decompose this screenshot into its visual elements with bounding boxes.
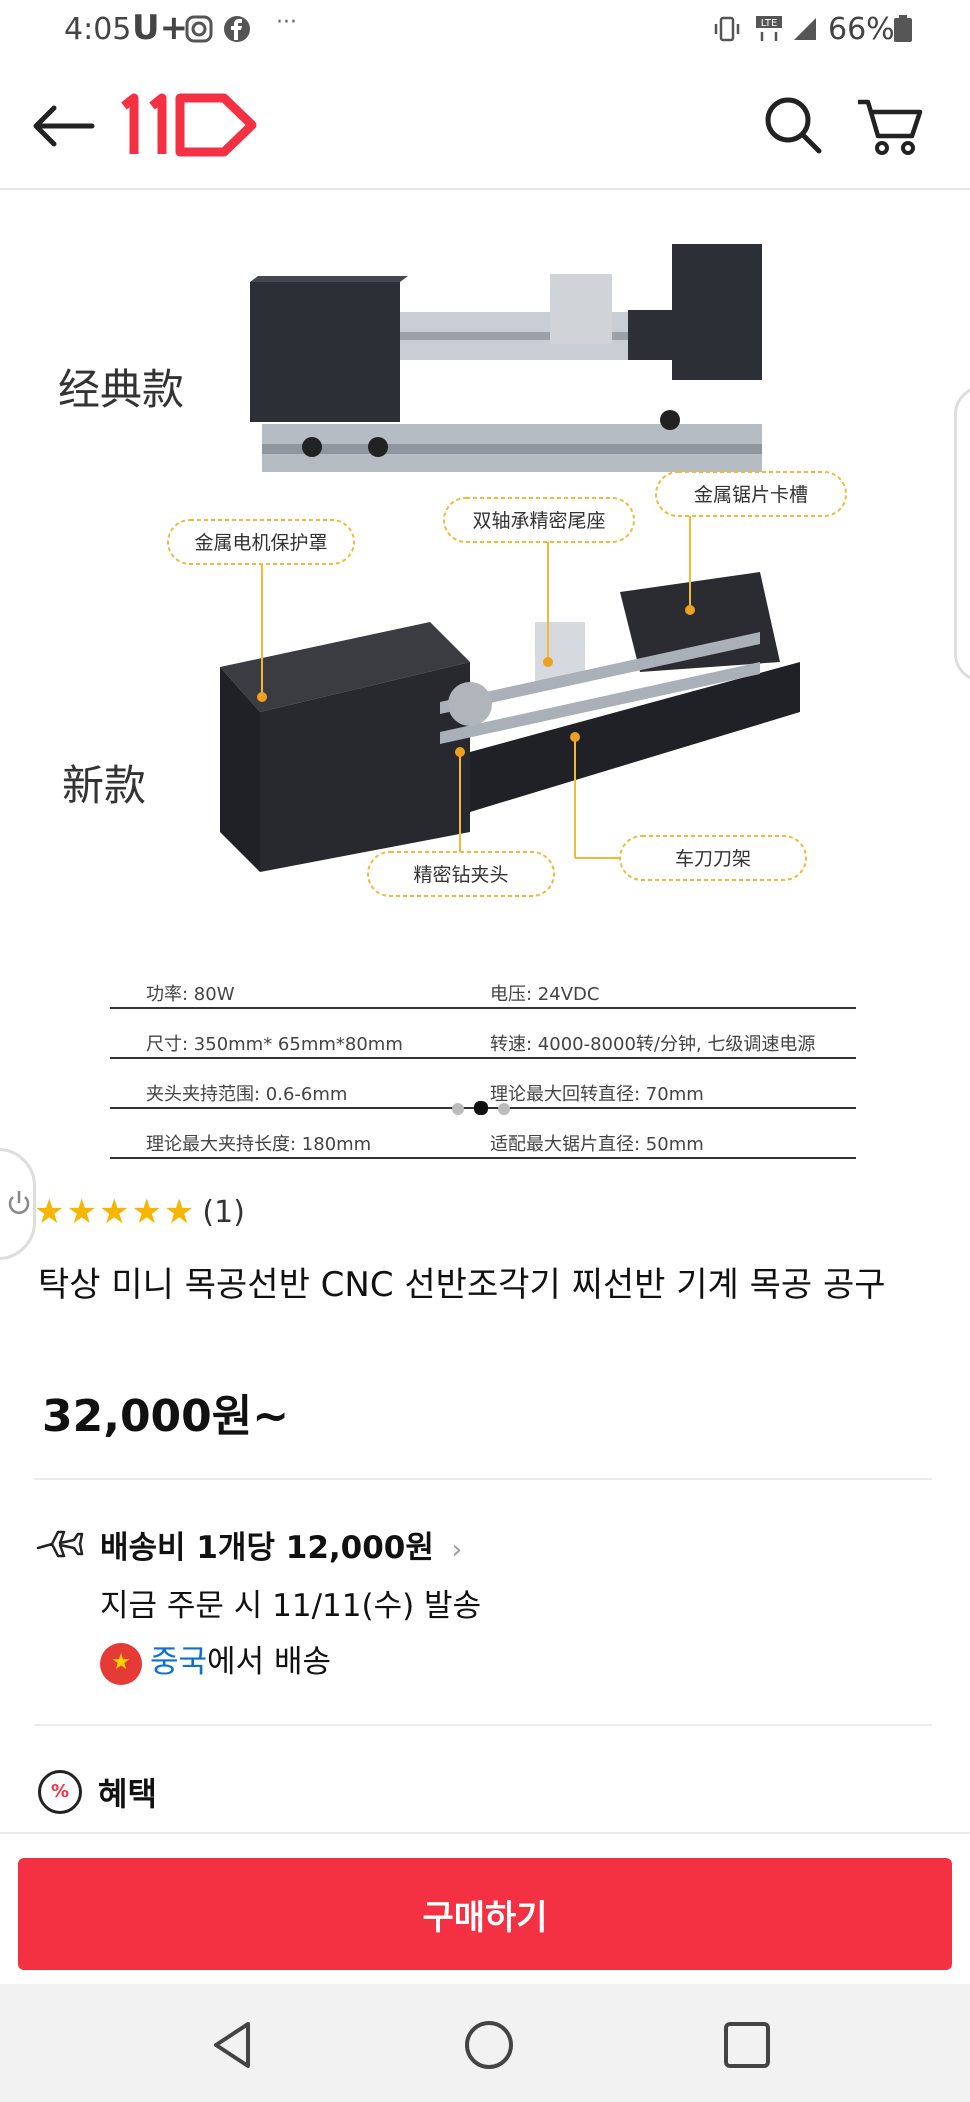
spec-turning-diameter: 理论最大回转直径: 70mm	[490, 1084, 704, 1105]
product-image-gallery[interactable]: 经典款 新款 金属电机保护罩 双轴承精密尾座 金属锯片卡槽 精密钻夹头 车刀刀架…	[0, 192, 970, 1162]
gallery-dot-active[interactable]	[474, 1101, 488, 1115]
buy-bar: 구매하기	[0, 1832, 970, 1984]
gallery-dot[interactable]	[452, 1103, 464, 1115]
origin-country-link[interactable]: 중국	[150, 1644, 207, 1680]
callout-motor-cover: 金属电机保护罩	[194, 532, 327, 554]
power-icon	[8, 1191, 30, 1214]
product-title: 탁상 미니 목공선반 CNC 선반조각기 찌선반 기계 목공 공구	[38, 1265, 886, 1305]
system-nav-bar	[0, 1984, 970, 2102]
origin-suffix: 에서 배송	[207, 1644, 331, 1680]
cart-icon[interactable]	[848, 84, 932, 168]
vibrate-icon	[714, 16, 740, 42]
spec-speed: 转速: 4000-8000转/分钟, 七级调速电源	[490, 1034, 815, 1055]
buy-button[interactable]: 구매하기	[18, 1858, 952, 1970]
dispatch-date: 지금 주문 시 11/11(수) 발송	[100, 1588, 482, 1624]
app-header	[0, 62, 970, 190]
more-notifications-icon: ···	[276, 10, 297, 35]
battery-percent: 66%	[828, 12, 895, 47]
spec-clamp-range: 夹头夹持范围: 0.6-6mm	[146, 1084, 347, 1105]
benefit-label: 혜택	[98, 1775, 157, 1813]
china-flag-icon: ★	[100, 1642, 142, 1685]
shipping-fee-row[interactable]: 배송비 1개당 12,000원 ›	[100, 1522, 462, 1567]
svg-text:LTE: LTE	[761, 18, 778, 29]
callout-tool-rest: 车刀刀架	[675, 848, 751, 870]
status-bar: 4:05 U+ ··· LTE 66%	[0, 0, 970, 62]
callout-tailstock: 双轴承精密尾座	[472, 510, 605, 532]
status-time: 4:05	[64, 12, 132, 47]
search-icon[interactable]	[752, 84, 836, 168]
brand-logo[interactable]	[118, 92, 258, 158]
chevron-right-icon: ›	[451, 1535, 463, 1565]
shipping-origin: ★ 중국에서 배송	[100, 1636, 331, 1685]
classic-lathe-image	[250, 244, 762, 472]
gallery-pagination	[452, 1100, 520, 1119]
nav-home-icon[interactable]	[454, 2010, 524, 2080]
percent-badge-icon: %	[38, 1770, 82, 1814]
spec-size: 尺寸: 350mm* 65mm*80mm	[146, 1034, 403, 1055]
product-price: 32,000원~	[42, 1391, 290, 1442]
review-count: (1)	[202, 1194, 245, 1230]
rating-stars: ★★★★★	[34, 1192, 197, 1232]
divider	[34, 1724, 932, 1726]
new-model-label: 新款	[62, 761, 146, 810]
shipping-fee: 배송비 1개당 12,000원	[100, 1530, 434, 1566]
new-lathe-image	[220, 572, 800, 872]
gallery-dot[interactable]	[498, 1103, 510, 1115]
nav-recents-icon[interactable]	[712, 2010, 782, 2080]
divider	[34, 1478, 932, 1480]
spec-voltage: 电压: 24VDC	[490, 984, 599, 1005]
carrier-label: U+	[132, 8, 189, 48]
facebook-icon	[224, 16, 250, 42]
spec-saw-diameter: 适配最大锯片直径: 50mm	[490, 1134, 704, 1155]
power-shortcut-handle[interactable]	[0, 1148, 36, 1260]
lte-icon: LTE	[756, 16, 782, 41]
instagram-icon	[185, 15, 213, 43]
battery-icon	[894, 15, 912, 42]
spec-power: 功率: 80W	[146, 984, 235, 1005]
callout-chuck: 精密钻夹头	[413, 864, 508, 886]
signal-icon	[794, 18, 816, 40]
nav-back-icon[interactable]	[198, 2010, 268, 2080]
back-arrow-icon[interactable]	[22, 84, 106, 168]
delivery-plane-icon	[36, 1530, 84, 1558]
classic-model-label: 经典款	[58, 365, 184, 414]
rating-row[interactable]: ★★★★★ (1)	[34, 1190, 245, 1234]
side-panel-handle[interactable]	[954, 386, 970, 682]
spec-clamp-length: 理论最大夹持长度: 180mm	[146, 1134, 371, 1155]
callout-saw-slot: 金属锯片卡槽	[694, 484, 808, 506]
benefit-row[interactable]: % 혜택	[38, 1764, 157, 1820]
product-image: 经典款 新款 金属电机保护罩 双轴承精密尾座 金属锯片卡槽 精密钻夹头 车刀刀架…	[58, 244, 856, 1159]
